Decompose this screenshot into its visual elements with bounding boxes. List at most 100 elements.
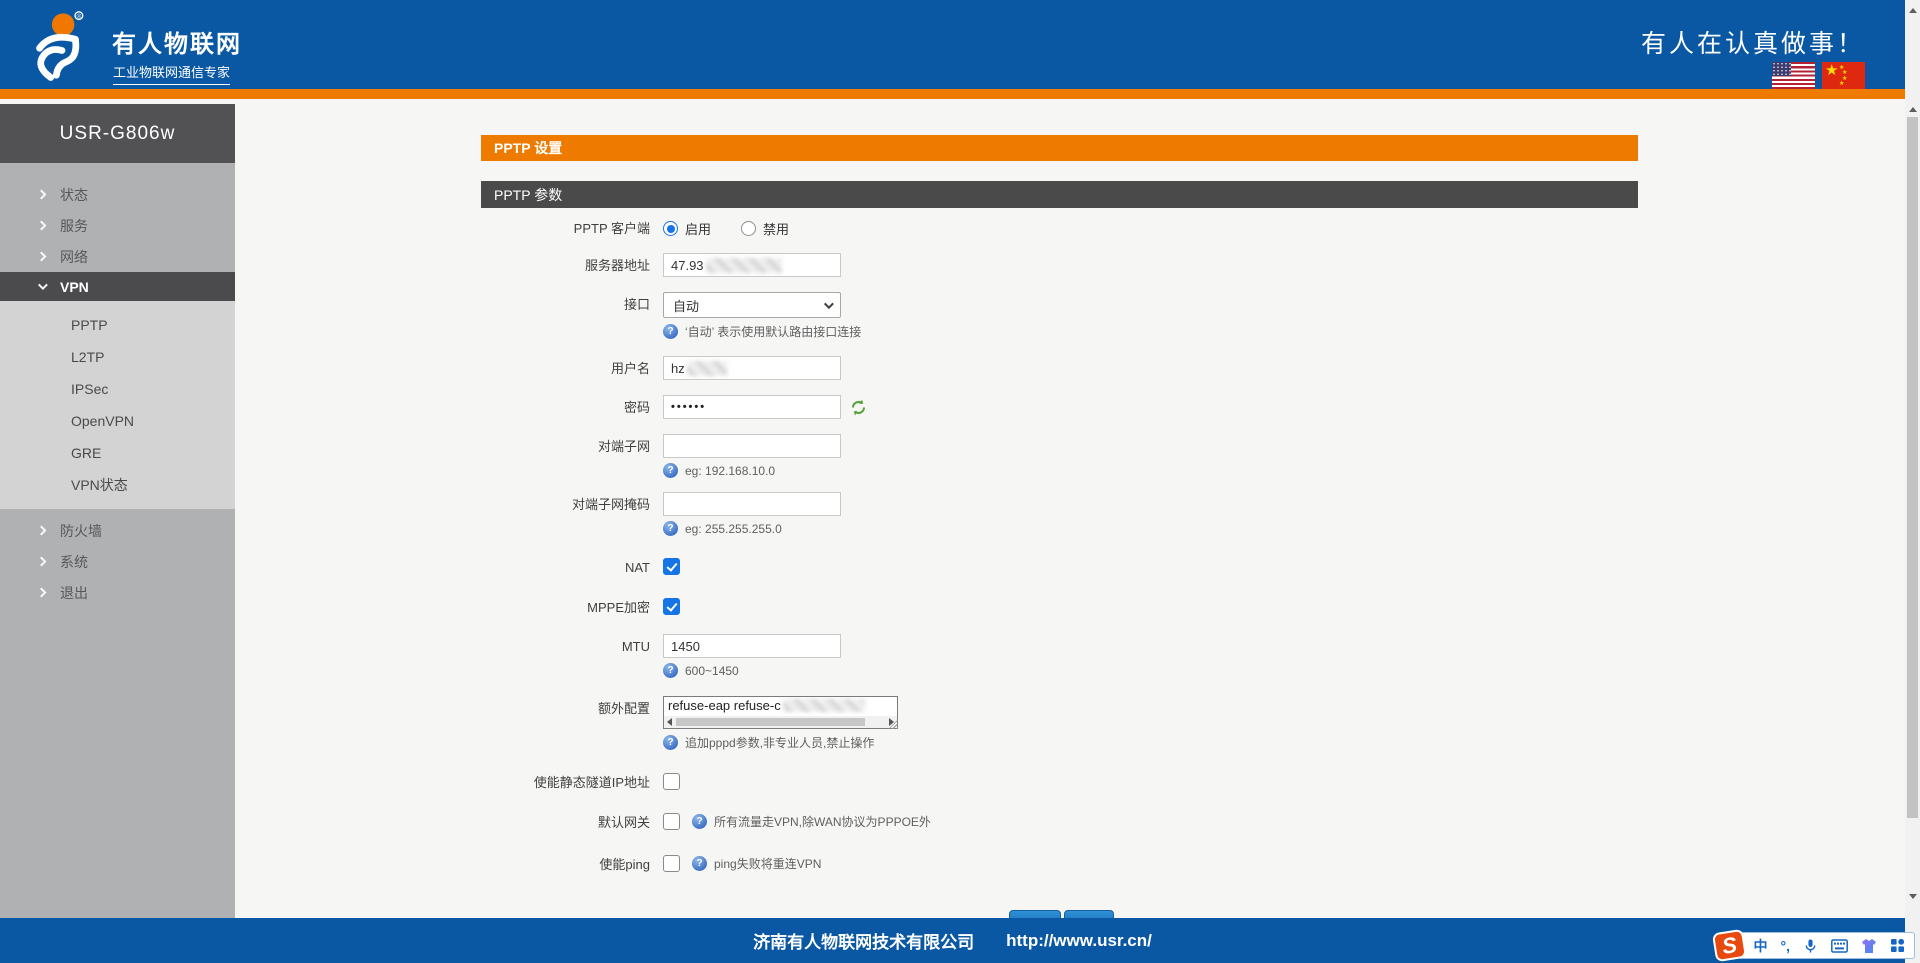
nat-checkbox[interactable] [663, 558, 680, 575]
redacted-text [687, 361, 727, 376]
refresh-password-icon[interactable] [850, 399, 867, 416]
pptp-client-row: PPTP 客户端 启用 禁用 [481, 216, 1638, 241]
help-icon: ? [663, 521, 678, 536]
redacted-text [706, 258, 782, 273]
microphone-icon[interactable] [1803, 938, 1818, 954]
cn-star-icon: ★ [1839, 80, 1844, 87]
field-hint: ? 所有流量走VPN,除WAN协议为PPPOE外 [692, 813, 931, 830]
default-gateway-checkbox[interactable] [663, 813, 680, 830]
ime-mode-button[interactable]: 中 [1754, 936, 1768, 956]
static-ip-checkbox[interactable] [663, 773, 680, 790]
scroll-left-icon[interactable] [667, 718, 672, 726]
sidebar: USR-G806w 状态 服务 网络 VPN PPTP L2TP IPSec O… [0, 104, 235, 918]
textarea-hscrollbar[interactable] [664, 716, 897, 728]
mtu-input[interactable]: 1450 [663, 634, 841, 658]
chevron-right-icon [37, 526, 47, 536]
sidebar-item-label: VPN [60, 279, 89, 295]
enable-ping-checkbox[interactable] [663, 855, 680, 872]
device-name: USR-G806w [0, 104, 235, 163]
section-title: PPTP 参数 [481, 181, 1638, 208]
sidebar-item-ipsec[interactable]: IPSec [0, 373, 235, 405]
peer-subnet-row: 对端子网 ? eg: 192.168.10.0 [481, 434, 1638, 478]
mppe-checkbox[interactable] [663, 598, 680, 615]
sidebar-item-services[interactable]: 服务 [0, 210, 235, 241]
help-icon: ? [663, 463, 678, 478]
scroll-up-icon[interactable] [1909, 8, 1917, 13]
keyboard-icon[interactable] [1831, 939, 1848, 953]
input-value: 47.93 [671, 258, 704, 273]
top-header: ® 有人物联网 工业物联网通信专家 有人在认真做事！ ★ ★ ★ ★ ★ [0, 0, 1905, 89]
sidebar-item-system[interactable]: 系统 [0, 546, 235, 577]
enable-ping-row: 使能ping ? ping失败将重连VPN [481, 855, 1638, 875]
toolbox-grid-icon[interactable] [1890, 938, 1905, 953]
sidebar-item-vpn[interactable]: VPN [0, 272, 235, 301]
chevron-right-icon [37, 588, 47, 598]
vertical-scrollbar[interactable] [1905, 0, 1920, 963]
cn-star-icon: ★ [1825, 62, 1838, 79]
input-value: hz [671, 361, 685, 376]
field-label: 用户名 [481, 356, 663, 381]
disable-radio[interactable] [741, 221, 756, 236]
field-label: 使能静态隧道IP地址 [481, 773, 663, 793]
help-icon: ? [692, 856, 707, 871]
sidebar-item-logout[interactable]: 退出 [0, 577, 235, 608]
radio-label: 启用 [685, 219, 711, 238]
peer-mask-input[interactable] [663, 492, 841, 516]
redacted-text [783, 699, 865, 712]
extra-config-textarea[interactable]: refuse-eap refuse-c [663, 696, 898, 729]
password-input[interactable]: •••••• [663, 395, 841, 419]
help-icon: ? [663, 663, 678, 678]
interface-select[interactable]: 自动 [663, 292, 841, 318]
field-label: 对端子网 [481, 434, 663, 459]
server-address-input[interactable]: 47.93 [663, 253, 841, 277]
sidebar-item-status[interactable]: 状态 [0, 179, 235, 210]
selected-option: 自动 [673, 296, 699, 315]
field-label: 额外配置 [481, 696, 663, 721]
field-hint: ? ping失败将重连VPN [692, 855, 821, 872]
sidebar-item-label: 服务 [60, 216, 88, 236]
sidebar-item-label: 状态 [60, 185, 88, 205]
scroll-down-icon[interactable] [1909, 894, 1917, 899]
skin-shirt-icon[interactable] [1861, 938, 1877, 954]
english-flag-button[interactable] [1772, 62, 1815, 89]
resize-grip-icon[interactable] [889, 720, 898, 729]
help-icon: ? [692, 814, 707, 829]
main-content: PPTP 设置 PPTP 参数 PPTP 客户端 启用 禁用 服务器地址 47.… [235, 99, 1905, 918]
enable-radio[interactable] [663, 221, 678, 236]
input-value: refuse-eap refuse-c [668, 698, 781, 713]
chevron-right-icon [37, 221, 47, 231]
sidebar-item-firewall[interactable]: 防火墙 [0, 515, 235, 546]
radio-label: 禁用 [763, 219, 789, 238]
sidebar-item-gre[interactable]: GRE [0, 437, 235, 469]
ime-punctuation-button[interactable]: °, [1781, 938, 1791, 954]
sogou-logo-icon[interactable]: S [1711, 929, 1746, 962]
scrollbar-thumb[interactable] [676, 718, 865, 726]
language-switcher: ★ ★ ★ ★ ★ [1772, 62, 1865, 89]
chevron-right-icon [37, 252, 47, 262]
company-url-link[interactable]: http://www.usr.cn/ [1006, 931, 1152, 951]
sidebar-item-vpn-status[interactable]: VPN状态 [0, 469, 235, 501]
header-slogan: 有人在认真做事！ [1641, 24, 1865, 60]
chevron-down-icon [38, 280, 48, 290]
static-ip-row: 使能静态隧道IP地址 [481, 773, 1638, 793]
mtu-row: MTU 1450 ? 600~1450 [481, 634, 1638, 678]
scrollbar-thumb[interactable] [1907, 117, 1918, 818]
sidebar-item-l2tp[interactable]: L2TP [0, 341, 235, 373]
field-label: 对端子网掩码 [481, 492, 663, 517]
sidebar-item-label: 网络 [60, 247, 88, 267]
page-footer: 济南有人物联网技术有限公司 http://www.usr.cn/ [0, 918, 1905, 963]
peer-subnet-input[interactable] [663, 434, 841, 458]
chinese-flag-button[interactable]: ★ ★ ★ ★ ★ [1822, 62, 1865, 89]
field-label: MPPE加密 [481, 598, 663, 618]
field-label: NAT [481, 558, 663, 578]
field-label: 密码 [481, 395, 663, 420]
sidebar-item-openvpn[interactable]: OpenVPN [0, 405, 235, 437]
field-hint: ? ‘自动’ 表示使用默认路由接口连接 [663, 323, 861, 340]
hint-text: ping失败将重连VPN [714, 855, 821, 872]
sidebar-item-network[interactable]: 网络 [0, 241, 235, 272]
peer-mask-row: 对端子网掩码 ? eg: 255.255.255.0 [481, 492, 1638, 536]
masked-password: •••••• [671, 401, 706, 413]
scroll-up-icon[interactable] [1909, 107, 1917, 112]
username-input[interactable]: hz [663, 356, 841, 380]
sidebar-item-pptp[interactable]: PPTP [0, 309, 235, 341]
